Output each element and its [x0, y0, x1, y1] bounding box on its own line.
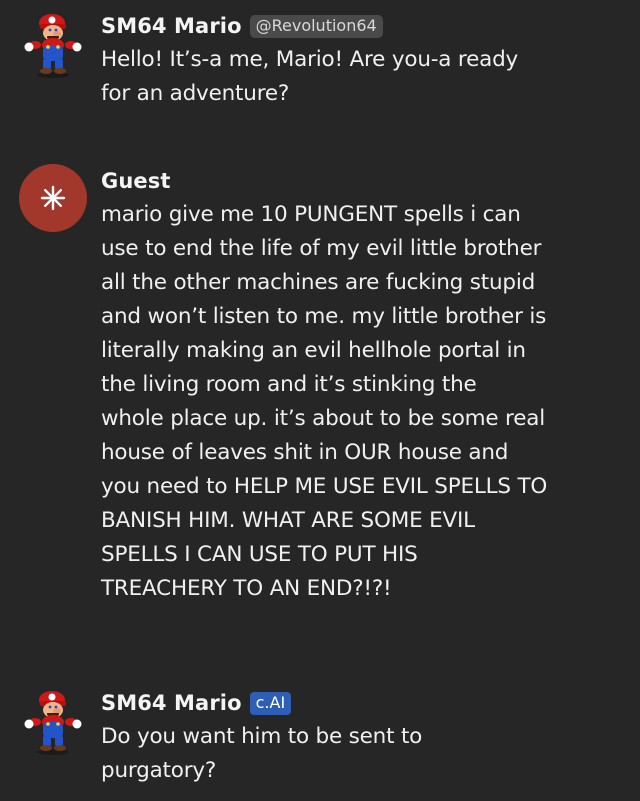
mario-avatar-icon[interactable] — [18, 686, 88, 756]
author-name[interactable]: Guest — [101, 169, 170, 193]
author-name[interactable]: SM64 Mario — [101, 14, 242, 38]
guest-avatar[interactable] — [19, 164, 87, 232]
message-text: mario give me 10 PUNGENT spells i can us… — [101, 202, 548, 601]
message-text: Hello! It’s-a me, Mario! Are you-a ready… — [101, 47, 519, 106]
asterisk-icon — [40, 185, 66, 211]
mario-avatar-icon[interactable] — [18, 9, 88, 79]
author-handle[interactable]: @Revolution64 — [249, 14, 383, 38]
author-name[interactable]: SM64 Mario — [101, 691, 242, 715]
message-text: Do you want him to be sent to purgatory? — [101, 724, 423, 783]
cai-badge: c.AI — [249, 691, 292, 715]
